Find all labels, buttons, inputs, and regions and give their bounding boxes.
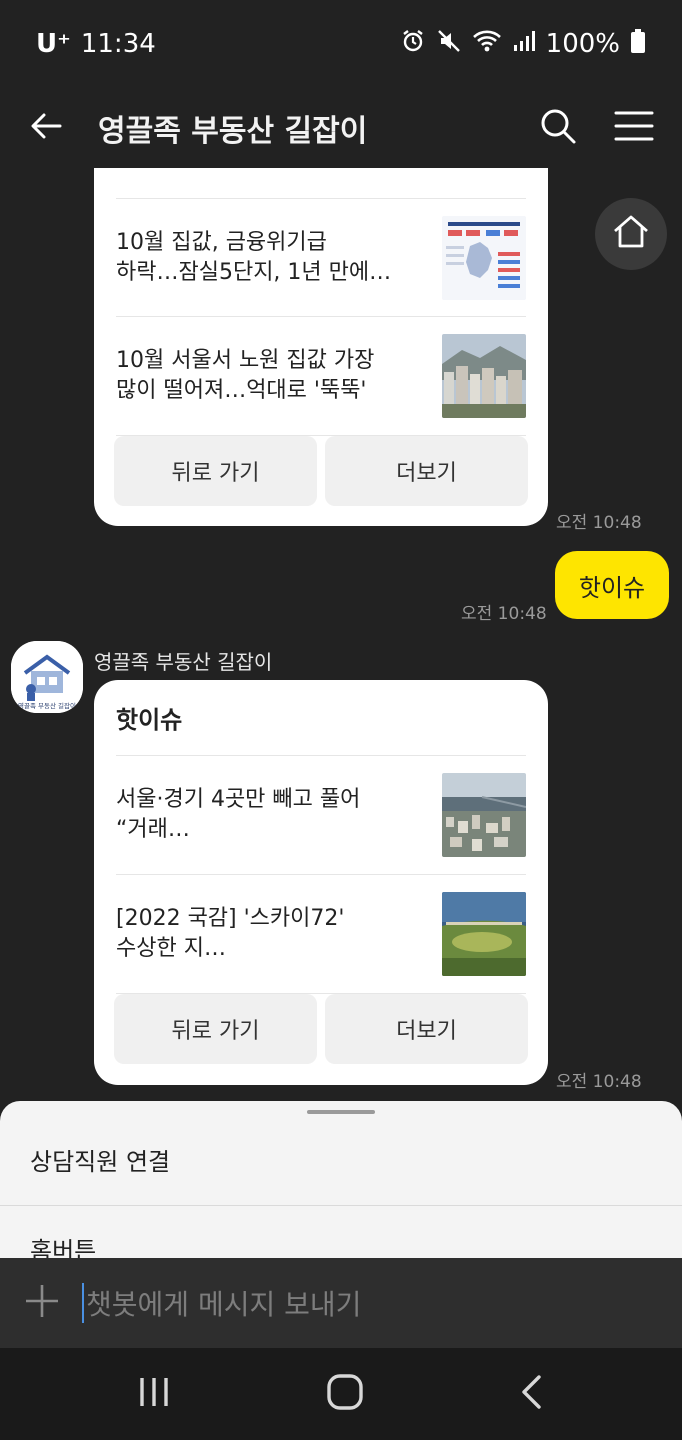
- menu-item-connect-agent[interactable]: 상담직원 연결: [0, 1114, 682, 1206]
- news-item[interactable]: 서울·경기 4곳만 빼고 풀어 “거래…: [116, 756, 526, 875]
- plus-icon[interactable]: [24, 1283, 60, 1323]
- home-button[interactable]: [595, 198, 667, 270]
- page-title: 영끌족 부동산 길잡이: [98, 114, 368, 149]
- status-bar: U⁺ 11:34 100%: [0, 0, 682, 88]
- chat-area[interactable]: 10월 집값, 금융위기급 하락…잠실5단지, 1년 만에… 10월 서울서 노…: [0, 168, 682, 1258]
- battery-level: 100%: [545, 29, 620, 59]
- home-nav-icon[interactable]: [326, 1373, 364, 1415]
- news-headline-line: 수상한 지…: [116, 936, 226, 961]
- alarm-icon: [400, 28, 426, 61]
- mute-icon: [436, 28, 462, 61]
- avatar[interactable]: 영끌족 부동산 길잡이: [11, 641, 83, 713]
- news-headline-line: “거래…: [116, 817, 190, 842]
- back-nav-icon[interactable]: [519, 1374, 545, 1414]
- more-button[interactable]: 더보기: [325, 994, 528, 1064]
- back-arrow-icon[interactable]: [28, 108, 64, 148]
- message-input-bar: 챗봇에게 메시지 보내기: [0, 1258, 682, 1348]
- news-headline-line: 많이 떨어져…억대로 '뚝뚝': [116, 378, 367, 403]
- search-icon[interactable]: [538, 106, 578, 150]
- message-input[interactable]: 챗봇에게 메시지 보내기: [86, 1283, 361, 1323]
- signal-icon: [512, 29, 536, 60]
- news-headline-line: 하락…잠실5단지, 1년 만에…: [116, 259, 392, 285]
- avatar-caption: 영끌족 부동산 길잡이: [18, 701, 76, 710]
- back-button[interactable]: 뒤로 가기: [114, 994, 317, 1064]
- back-button[interactable]: 뒤로 가기: [114, 436, 317, 506]
- sender-name: 영끌족 부동산 길잡이: [94, 650, 273, 674]
- menu-icon[interactable]: [614, 109, 654, 147]
- news-card: 핫이슈 서울·경기 4곳만 빼고 풀어 “거래… [2022 국감] '스카이7…: [94, 680, 548, 1085]
- quick-menu-sheet: 상담직원 연결 홈버튼: [0, 1101, 682, 1258]
- clock: 11:34: [80, 29, 156, 59]
- menu-item-home[interactable]: 홈버튼: [0, 1206, 682, 1258]
- message-time: 오전 10:48: [461, 604, 547, 624]
- app-header: 영끌족 부동산 길잡이: [0, 88, 682, 168]
- battery-icon: [630, 28, 646, 61]
- news-thumbnail: [442, 892, 526, 976]
- more-button[interactable]: 더보기: [325, 436, 528, 506]
- text-cursor: [82, 1283, 84, 1323]
- news-thumbnail: [442, 773, 526, 857]
- news-item[interactable]: [2022 국감] '스카이72' 수상한 지…: [116, 875, 526, 994]
- system-nav-bar: [0, 1348, 682, 1440]
- news-headline-line: 서울·경기 4곳만 빼고 풀어: [116, 787, 361, 812]
- user-message-bubble: 핫이슈: [555, 551, 669, 619]
- news-item[interactable]: 10월 서울서 노원 집값 가장 많이 떨어져…억대로 '뚝뚝': [116, 317, 526, 436]
- news-thumbnail: [442, 215, 526, 300]
- wifi-icon: [472, 28, 502, 61]
- home-icon: [611, 212, 651, 256]
- recent-apps-icon[interactable]: [137, 1375, 171, 1413]
- news-headline-line: 10월 집값, 금융위기급: [116, 229, 327, 255]
- message-time: 오전 10:48: [556, 1072, 642, 1092]
- news-item[interactable]: 10월 집값, 금융위기급 하락…잠실5단지, 1년 만에…: [116, 198, 526, 317]
- news-card: 10월 집값, 금융위기급 하락…잠실5단지, 1년 만에… 10월 서울서 노…: [94, 168, 548, 526]
- carrier: U⁺: [36, 29, 71, 59]
- news-headline-line: [2022 국감] '스카이72': [116, 906, 345, 931]
- message-time: 오전 10:48: [556, 513, 642, 533]
- news-thumbnail: [442, 334, 526, 418]
- card-title: 핫이슈: [116, 680, 526, 756]
- news-headline-line: 10월 서울서 노원 집값 가장: [116, 348, 375, 373]
